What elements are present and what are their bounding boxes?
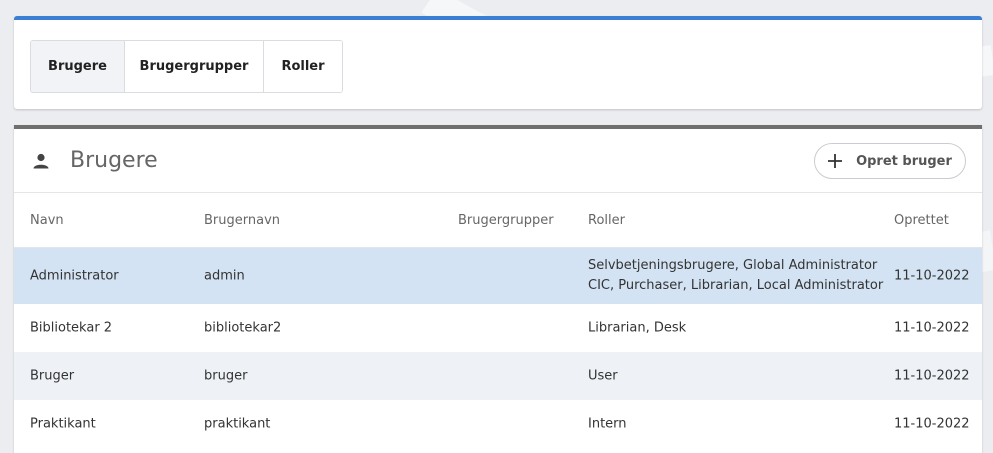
table-row[interactable]: Bruger bruger User 11-10-2022 [14,352,982,400]
cell-created: 11-10-2022 [894,416,970,432]
cell-created: 11-10-2022 [894,368,970,384]
panel-title: Brugere [70,148,158,173]
column-header-brugergrupper[interactable]: Brugergrupper [458,213,554,228]
plus-icon [828,154,843,168]
tab-card: Brugere Brugergrupper Roller [14,16,982,109]
cell-created: 11-10-2022 [894,320,970,336]
cell-roles: Selvbetjeningsbrugere, Global Administra… [588,256,883,296]
table-header: Navn Brugernavn Brugergrupper Roller Opr… [14,193,982,248]
table-row[interactable]: Administrator admin Selvbetjeningsbruger… [14,248,982,304]
cell-created: 11-10-2022 [894,268,970,284]
cell-username: bruger [204,368,248,384]
tab-brugere[interactable]: Brugere [31,41,125,92]
table-row[interactable]: Praktikant praktikant Intern 11-10-2022 [14,400,982,448]
cell-roles: User [588,368,618,384]
roles-line: CIC, Purchaser, Librarian, Local Adminis… [588,278,884,293]
create-user-label: Opret bruger [856,153,952,169]
cell-username: admin [204,268,245,284]
tab-brugergrupper[interactable]: Brugergrupper [125,41,264,92]
panel-header: Brugere Opret bruger [14,129,982,193]
column-header-brugernavn[interactable]: Brugernavn [204,213,280,228]
table-row[interactable]: Bibliotekar 2 bibliotekar2 Librarian, De… [14,304,982,352]
cell-name: Praktikant [30,416,96,432]
cell-name: Administrator [30,268,119,284]
tab-bar: Brugere Brugergrupper Roller [30,40,343,93]
create-user-button[interactable]: Opret bruger [814,143,966,179]
cell-name: Bibliotekar 2 [30,320,113,336]
cell-username: praktikant [204,416,271,432]
cell-username: bibliotekar2 [204,320,282,336]
person-icon [33,153,49,169]
users-panel: Brugere Opret bruger Navn Brugernavn Bru… [14,125,982,453]
tab-roller[interactable]: Roller [264,41,342,92]
roles-line: Selvbetjeningsbrugere, Global Administra… [588,258,878,273]
cell-roles: Librarian, Desk [588,320,687,336]
cell-roles: Intern [588,416,627,432]
column-header-oprettet[interactable]: Oprettet [894,213,949,228]
column-header-roller[interactable]: Roller [588,213,625,228]
column-header-navn[interactable]: Navn [30,213,64,228]
cell-name: Bruger [30,368,75,384]
